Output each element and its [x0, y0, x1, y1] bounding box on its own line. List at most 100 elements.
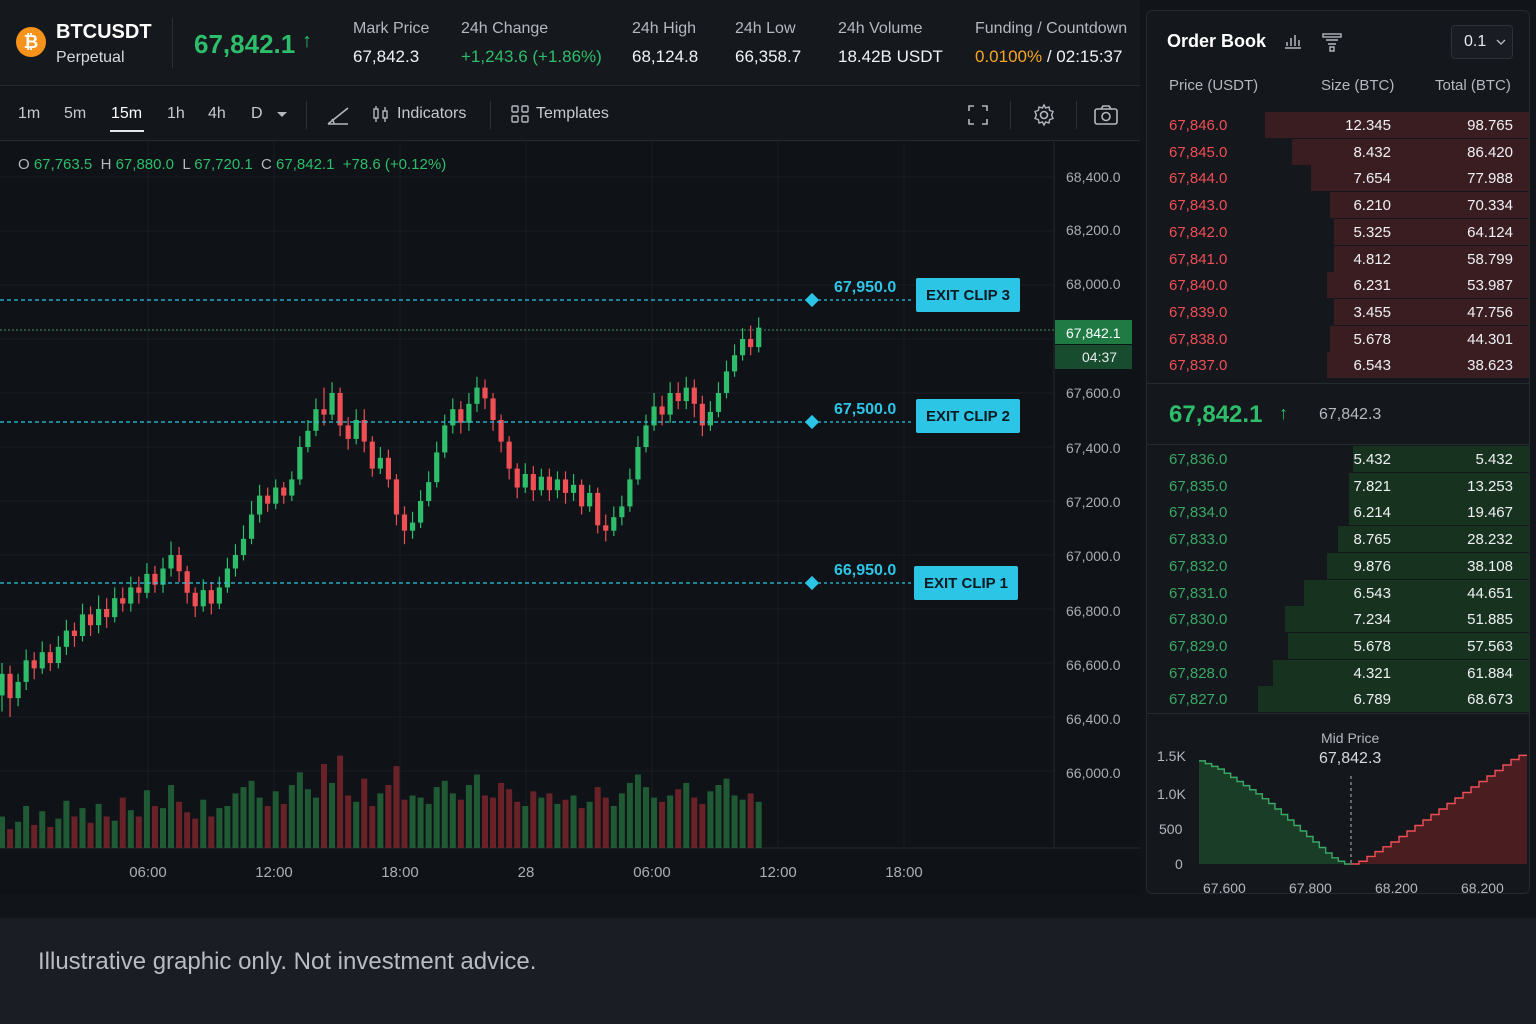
volume-bar: [39, 811, 46, 848]
bid-row[interactable]: 67,835.0 7.821 13.253: [1147, 472, 1529, 499]
ask-row[interactable]: 67,841.0 4.812 58.799: [1147, 245, 1529, 272]
bid-row[interactable]: 67,833.0 8.765 28.232: [1147, 526, 1529, 553]
candle-body: [55, 646, 61, 663]
bid-row[interactable]: 67,830.0 7.234 51.885: [1147, 606, 1529, 633]
exit-clip-2-tag[interactable]: EXIT CLIP 2: [916, 399, 1020, 433]
candle-body: [627, 479, 633, 507]
timeframe-4h[interactable]: 4h: [208, 105, 226, 123]
timeframe-1m[interactable]: 1m: [18, 105, 40, 123]
ask-row[interactable]: 67,846.0 12.345 98.765: [1147, 112, 1529, 138]
ask-row[interactable]: 67,840.0 6.231 53.987: [1147, 272, 1529, 299]
depth-chart[interactable]: 1.5K 1.0K 500 0 67,600 67,800 68,200 68,…: [1147, 713, 1529, 893]
bid-row[interactable]: 67,827.0 6.789 68.673: [1147, 686, 1529, 713]
candle-body: [369, 441, 375, 469]
y-tick-label: 67,000.0: [1066, 548, 1121, 564]
timeframe-15m[interactable]: 15m: [111, 105, 142, 123]
volume-bar: [602, 797, 609, 848]
bid-row[interactable]: 67,831.0 6.543 44.651: [1147, 579, 1529, 606]
candle-body: [7, 673, 13, 699]
candle-body: [482, 387, 488, 399]
bid-row[interactable]: 67,828.0 4.321 61.884: [1147, 659, 1529, 686]
funding-rate: 0.0100%: [975, 47, 1043, 66]
exit-handle[interactable]: [804, 292, 820, 308]
exit-clip-3-tag[interactable]: EXIT CLIP 3: [916, 278, 1020, 312]
candle-body: [723, 371, 730, 393]
templates-button[interactable]: Templates: [510, 104, 609, 124]
candle-body: [554, 479, 561, 491]
volume-bar: [208, 816, 215, 848]
timeframe-d[interactable]: D: [251, 105, 263, 123]
candle-body: [273, 487, 279, 504]
stat-label: 24h Low: [735, 20, 796, 37]
candle-body: [393, 479, 400, 515]
caret-down-icon[interactable]: [268, 101, 296, 129]
row-size: 7.654: [1353, 170, 1391, 188]
candle-body: [289, 479, 295, 496]
row-total: 70.334: [1467, 197, 1513, 215]
bid-row[interactable]: 67,834.0 6.214 19.467: [1147, 499, 1529, 526]
volume-bar: [433, 787, 440, 848]
bid-row[interactable]: 67,836.0 5.432 5.432: [1147, 446, 1529, 472]
ask-row[interactable]: 67,837.0 6.543 38.623: [1147, 352, 1529, 379]
ask-row[interactable]: 67,843.0 6.210 70.334: [1147, 192, 1529, 219]
exit-handle[interactable]: [804, 414, 820, 430]
row-total: 53.987: [1467, 277, 1513, 295]
candle-body: [579, 484, 585, 507]
ask-row[interactable]: 67,844.0 7.654 77.988: [1147, 165, 1529, 192]
symbol-name[interactable]: BTCUSDT: [56, 21, 152, 44]
volume-bar: [441, 780, 448, 848]
candle-body: [385, 457, 391, 480]
fullscreen-icon[interactable]: [964, 101, 992, 129]
row-price: 67,840.0: [1169, 277, 1228, 295]
ask-row[interactable]: 67,839.0 3.455 47.756: [1147, 298, 1529, 325]
exit-clip-1-tag[interactable]: EXIT CLIP 1: [914, 566, 1018, 600]
candle-body: [257, 495, 263, 515]
indicators-button[interactable]: Indicators: [371, 104, 466, 124]
ask-row[interactable]: 67,842.0 5.325 64.124: [1147, 218, 1529, 245]
stat-label: 24h Volume: [838, 20, 923, 37]
candle-body: [619, 506, 625, 518]
volume-bar: [329, 782, 336, 848]
volume-bar: [240, 787, 247, 848]
row-size: 7.821: [1353, 477, 1391, 495]
depth-bars-icon[interactable]: [1283, 31, 1305, 53]
funding-countdown: 02:15:37: [1056, 47, 1123, 66]
y-tick-label: 66,400.0: [1066, 711, 1121, 727]
volume-bar: [699, 803, 706, 848]
row-total: 86.420: [1467, 143, 1513, 161]
camera-icon[interactable]: [1092, 101, 1120, 129]
candle-body: [490, 398, 496, 420]
volume-bar: [272, 791, 279, 848]
candlestick-chart[interactable]: 68,400.0 68,200.0 68,000.0 67,600.0 67,400.0…: [0, 142, 1140, 894]
settings-gear-icon[interactable]: [1030, 101, 1058, 129]
volume-bar: [63, 800, 70, 848]
drawing-tool-icon[interactable]: [324, 101, 352, 129]
candle-body: [47, 652, 53, 663]
mid-price-row: 67,842.1 ↑ 67,842.3: [1147, 383, 1529, 445]
row-size: 6.543: [1353, 584, 1391, 602]
row-total: 44.651: [1467, 584, 1513, 602]
x-tick-label: 18:00: [381, 864, 419, 881]
exit-handle[interactable]: [804, 575, 820, 591]
bid-row[interactable]: 67,832.0 9.876 38.108: [1147, 552, 1529, 579]
chart-grid: [0, 142, 1054, 848]
candle-body: [450, 409, 456, 426]
ask-row[interactable]: 67,838.0 5.678 44.301: [1147, 325, 1529, 352]
timeframe-5m[interactable]: 5m: [64, 105, 86, 123]
grid-icon: [511, 105, 529, 123]
row-size: 6.210: [1353, 197, 1391, 215]
y-tick-label: 67,200.0: [1066, 494, 1121, 510]
candle-body: [361, 420, 367, 442]
filter-icon[interactable]: [1321, 31, 1343, 53]
timeframe-1h[interactable]: 1h: [167, 105, 185, 123]
precision-select[interactable]: 0.1: [1451, 25, 1513, 59]
candle-body: [208, 590, 214, 604]
volume-bar: [55, 818, 62, 848]
x-tick-label: 06:00: [129, 864, 167, 881]
row-total: 58.799: [1467, 250, 1513, 268]
volume-bar: [530, 791, 537, 848]
ask-row[interactable]: 67,845.0 8.432 86.420: [1147, 138, 1529, 165]
bid-row[interactable]: 67,829.0 5.678 57.563: [1147, 632, 1529, 659]
ohlc-close: 67,842.1: [276, 156, 335, 173]
price-chart[interactable]: 68,400.0 68,200.0 68,000.0 67,600.0 67,400.0…: [0, 142, 1140, 894]
